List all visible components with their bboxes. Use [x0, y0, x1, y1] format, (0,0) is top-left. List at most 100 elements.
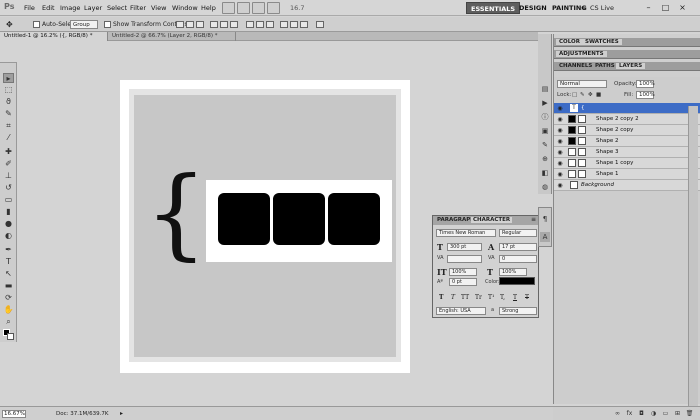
layer-row-shape-2-copy-2[interactable]: ◉ Shape 2 copy 2 — [554, 114, 700, 125]
fill-field[interactable]: 100% — [636, 91, 655, 99]
zoom-field[interactable]: 16.67% — [2, 410, 26, 418]
distribute-left-icon[interactable] — [280, 21, 288, 28]
marquee-tool-icon[interactable]: ⬚ — [3, 85, 14, 95]
gradient-tool-icon[interactable]: ▮ — [3, 207, 14, 217]
link-layers-icon[interactable]: ∞ — [613, 410, 622, 418]
tab-untitled-2[interactable]: Untitled-2 @ 66.7% (Layer 2, RGB/8) * — [108, 32, 236, 41]
lock-all-icon[interactable]: ■ — [596, 92, 601, 98]
crop-tool-icon[interactable]: ⌗ — [3, 121, 14, 131]
visibility-eye-icon[interactable]: ◉ — [556, 182, 564, 189]
clone-source-panel-icon[interactable]: ⊕ — [540, 154, 550, 164]
cs-live-button[interactable]: CS Live — [590, 4, 614, 12]
tab-adjustments[interactable]: ADJUSTMENTS — [556, 51, 607, 57]
distribute-vcenter-icon[interactable] — [256, 21, 264, 28]
clone-stamp-tool-icon[interactable]: ⊥ — [3, 171, 14, 181]
menu-edit[interactable]: Edit — [42, 4, 55, 12]
brushes-panel-icon[interactable]: ✎ — [540, 140, 550, 150]
layer-row-shape-1[interactable]: ◉ Shape 1 — [554, 169, 700, 180]
info-panel-icon[interactable]: ⓘ — [540, 112, 550, 122]
tab-paths[interactable]: PATHS — [592, 63, 618, 69]
tracking-field[interactable]: 0 — [499, 255, 537, 263]
maximize-icon[interactable]: □ — [659, 1, 672, 14]
tab-layers[interactable]: LAYERS — [616, 63, 646, 69]
dodge-tool-icon[interactable]: ◐ — [3, 231, 14, 241]
subscript-button[interactable]: T, — [500, 294, 505, 301]
opacity-field[interactable]: 100% — [636, 80, 655, 88]
text-color-swatch[interactable] — [499, 277, 535, 285]
distribute-hcenter-icon[interactable] — [290, 21, 298, 28]
move-tool-icon[interactable]: ▸ — [3, 73, 14, 83]
lasso-tool-icon[interactable]: ϑ — [3, 97, 14, 107]
faux-bold-button[interactable]: T — [439, 294, 443, 301]
minimize-icon[interactable]: – — [642, 1, 655, 14]
strikethrough-button[interactable]: T — [525, 294, 529, 301]
lock-pixels-icon[interactable]: ✎ — [580, 92, 585, 98]
zoom-level[interactable]: 16.7 — [290, 4, 304, 12]
menu-help[interactable]: Help — [201, 4, 216, 12]
align-bottom-icon[interactable] — [196, 21, 204, 28]
menu-image[interactable]: Image — [60, 4, 80, 12]
align-left-icon[interactable] — [210, 21, 218, 28]
transform-controls-checkbox[interactable] — [104, 21, 111, 28]
tab-color[interactable]: COLOR — [556, 39, 583, 45]
type-tool-icon[interactable]: T — [3, 257, 14, 267]
distribute-top-icon[interactable] — [246, 21, 254, 28]
menu-select[interactable]: Select — [107, 4, 127, 12]
workspace-design[interactable]: DESIGN — [515, 2, 551, 14]
language-dropdown[interactable]: English: USA — [436, 307, 486, 315]
layer-row-brace[interactable]: ◉ T { — [554, 103, 700, 114]
auto-select-checkbox[interactable] — [33, 21, 40, 28]
visibility-eye-icon[interactable]: ◉ — [556, 116, 564, 123]
path-select-tool-icon[interactable]: ↖ — [3, 269, 14, 279]
tab-character[interactable]: CHARACTER — [471, 217, 513, 223]
tab-swatches[interactable]: SWATCHES — [582, 39, 622, 45]
visibility-eye-icon[interactable]: ◉ — [556, 105, 564, 112]
blend-mode-dropdown[interactable]: Normal — [557, 80, 607, 88]
shape-tool-icon[interactable]: ▬ — [3, 281, 14, 291]
font-family-dropdown[interactable]: Times New Roman — [436, 229, 496, 237]
align-top-icon[interactable] — [176, 21, 184, 28]
align-vcenter-icon[interactable] — [186, 21, 194, 28]
menu-view[interactable]: View — [151, 4, 166, 12]
layer-row-shape-2[interactable]: ◉ Shape 2 — [554, 136, 700, 147]
history-brush-tool-icon[interactable]: ↺ — [3, 183, 14, 193]
document-info[interactable]: Doc: 37.1M/639.7K — [56, 411, 108, 417]
trash-icon[interactable]: 🗑 — [685, 410, 694, 418]
tab-untitled-1[interactable]: Untitled-1 @ 16.2% ({, RGB/8) * — [0, 32, 108, 41]
bridge-button[interactable] — [222, 2, 235, 14]
close-icon[interactable]: × — [676, 1, 689, 14]
auto-select-dropdown[interactable]: Group — [70, 20, 98, 29]
leading-field[interactable]: 17 pt — [499, 243, 537, 251]
arrange-button[interactable] — [267, 2, 280, 14]
auto-align-icon[interactable] — [316, 21, 324, 28]
menu-window[interactable]: Window — [172, 4, 198, 12]
adjustment-layer-icon[interactable]: ◑ — [649, 410, 658, 418]
layer-mask-icon[interactable]: ◘ — [637, 410, 646, 418]
history-panel-icon[interactable]: ▤ — [540, 84, 550, 94]
horizontal-scale-field[interactable]: 100% — [499, 268, 527, 276]
layer-row-shape-2-copy[interactable]: ◉ Shape 2 copy — [554, 125, 700, 136]
baseline-shift-field[interactable]: 0 pt — [449, 278, 477, 286]
move-tool-icon[interactable]: ✥ — [6, 20, 13, 29]
align-hcenter-icon[interactable] — [220, 21, 228, 28]
visibility-eye-icon[interactable]: ◉ — [556, 138, 564, 145]
masks-panel-icon[interactable]: ◍ — [540, 182, 550, 192]
superscript-button[interactable]: T¹ — [488, 294, 494, 301]
healing-brush-tool-icon[interactable]: ✚ — [3, 147, 14, 157]
small-caps-button[interactable]: Tr — [475, 294, 482, 301]
menu-file[interactable]: File — [24, 4, 35, 12]
visibility-eye-icon[interactable]: ◉ — [556, 127, 564, 134]
paragraph-panel-icon[interactable]: ¶ — [540, 214, 550, 224]
menu-filter[interactable]: Filter — [130, 4, 146, 12]
new-layer-icon[interactable]: ⊞ — [673, 410, 682, 418]
kerning-field[interactable] — [447, 255, 482, 263]
faux-italic-button[interactable]: T — [451, 294, 455, 301]
visibility-eye-icon[interactable]: ◉ — [556, 149, 564, 156]
antialias-dropdown[interactable]: Strong — [499, 307, 537, 315]
font-style-dropdown[interactable]: Regular — [499, 229, 537, 237]
blur-tool-icon[interactable]: ● — [3, 219, 14, 229]
layer-row-shape-3[interactable]: ◉ Shape 3 — [554, 147, 700, 158]
distribute-right-icon[interactable] — [300, 21, 308, 28]
workspace-more[interactable]: » — [577, 2, 589, 14]
extras-button[interactable] — [252, 2, 265, 14]
